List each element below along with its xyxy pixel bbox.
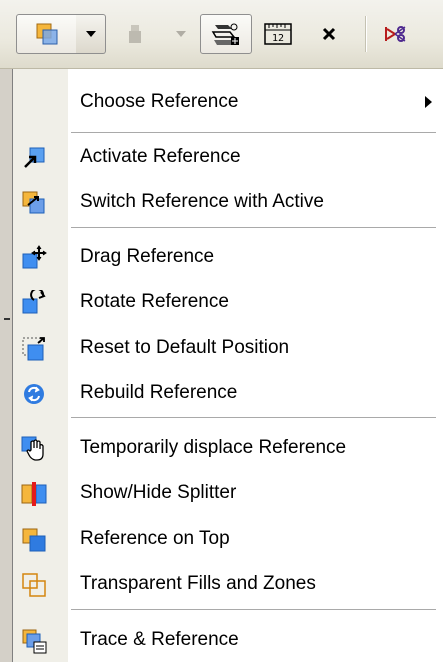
rebuild-icon: [24, 384, 44, 404]
reference-settings-button[interactable]: [200, 14, 252, 54]
ruler-button[interactable]: 12: [258, 14, 298, 54]
chevron-down-icon: [85, 31, 96, 37]
splitter-icon: [21, 482, 47, 506]
cut-reference-button[interactable]: [378, 14, 414, 54]
reference-settings-icon: [211, 23, 239, 45]
reference-main-button[interactable]: [16, 14, 77, 54]
trace-disabled-button[interactable]: [118, 14, 154, 54]
reset-position-icon: [22, 337, 45, 361]
reference-menu: Choose Reference Activate Reference Swit…: [12, 69, 443, 662]
menu-item-label: Choose Reference: [80, 91, 239, 112]
menu-item-label: Switch Reference with Active: [80, 191, 324, 212]
menu-item-label: Reference on Top: [80, 528, 230, 549]
chevron-down-icon: [176, 31, 186, 37]
menu-item-label: Activate Reference: [80, 146, 241, 167]
menu-item-transparent-fills[interactable]: Transparent Fills and Zones: [13, 563, 443, 605]
activate-arrow-icon: [24, 147, 45, 168]
menu-item-label: Show/Hide Splitter: [80, 482, 237, 503]
menu-item-drag-reference[interactable]: Drag Reference: [13, 236, 443, 278]
scissors-icon: [385, 26, 406, 42]
menu-item-label: Transparent Fills and Zones: [80, 573, 316, 594]
menu-item-label: Temporarily displace Reference: [80, 437, 347, 458]
menu-separator: [71, 609, 436, 611]
toolbar-separator: [365, 16, 366, 52]
trace-reference-icon: [22, 629, 47, 654]
menu-item-reset-position[interactable]: Reset to Default Position: [13, 327, 443, 369]
reference-toolbar: 12: [0, 0, 443, 69]
rotate-icon: [22, 290, 46, 314]
menu-item-label: Reset to Default Position: [80, 337, 290, 358]
trace-dropdown-button[interactable]: [170, 14, 192, 54]
menu-item-rebuild-reference[interactable]: Rebuild Reference: [13, 372, 443, 414]
reference-on-top-icon: [22, 528, 46, 552]
menu-item-activate-reference[interactable]: Activate Reference: [13, 136, 443, 178]
reference-stack-icon: [36, 23, 57, 45]
menu-item-trace-reference[interactable]: Trace & Reference: [13, 619, 443, 661]
menu-item-label: Rotate Reference: [80, 291, 229, 312]
transparent-fills-icon: [22, 573, 46, 597]
menu-item-reference-on-top[interactable]: Reference on Top: [13, 518, 443, 560]
menu-separator: [71, 417, 436, 419]
hand-icon: [21, 436, 44, 461]
submenu-arrow-icon: [425, 96, 432, 108]
edge-marker: [4, 318, 10, 320]
menu-item-label: Rebuild Reference: [80, 382, 238, 403]
menu-separator: [71, 132, 436, 134]
ruler-icon: 12: [264, 23, 292, 45]
menu-item-show-hide-splitter[interactable]: Show/Hide Splitter: [13, 472, 443, 514]
menu-item-rotate-reference[interactable]: Rotate Reference: [13, 281, 443, 323]
menu-item-switch-reference[interactable]: Switch Reference with Active: [13, 181, 443, 223]
drag-move-icon: [22, 245, 47, 269]
menu-item-label: Drag Reference: [80, 246, 215, 267]
menu-item-label: Trace & Reference: [80, 629, 239, 650]
close-reference-button[interactable]: [312, 14, 346, 54]
svg-text:12: 12: [272, 33, 284, 44]
menu-item-temporarily-displace[interactable]: Temporarily displace Reference: [13, 427, 443, 469]
close-icon: [322, 27, 336, 41]
menu-item-choose-reference[interactable]: Choose Reference: [13, 81, 443, 123]
switch-icon: [22, 191, 45, 214]
reference-dropdown-button[interactable]: [76, 14, 106, 54]
menu-separator: [71, 227, 436, 229]
trace-disabled-icon: [129, 25, 141, 43]
